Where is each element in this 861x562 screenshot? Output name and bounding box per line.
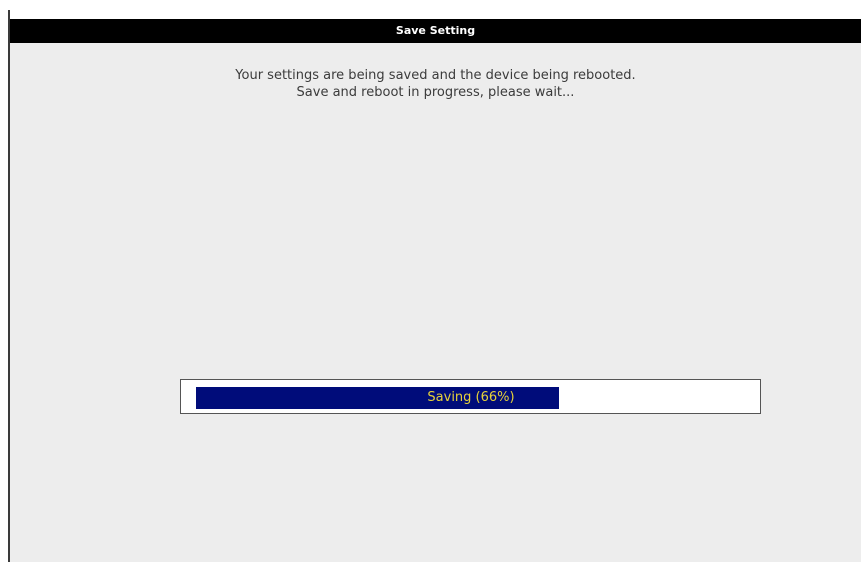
save-setting-dialog: Save Setting Your settings are being sav… [10,19,861,562]
progress-label: Saving (66%) [427,390,515,405]
status-message-line1: Your settings are being saved and the de… [235,68,636,83]
progress-track: Saving (66%) [196,387,746,409]
progress-bar: Saving (66%) [180,379,761,414]
dialog-title: Save Setting [10,19,861,43]
status-message-line2: Save and reboot in progress, please wait… [296,85,575,100]
page: Save Setting Your settings are being sav… [0,0,861,562]
